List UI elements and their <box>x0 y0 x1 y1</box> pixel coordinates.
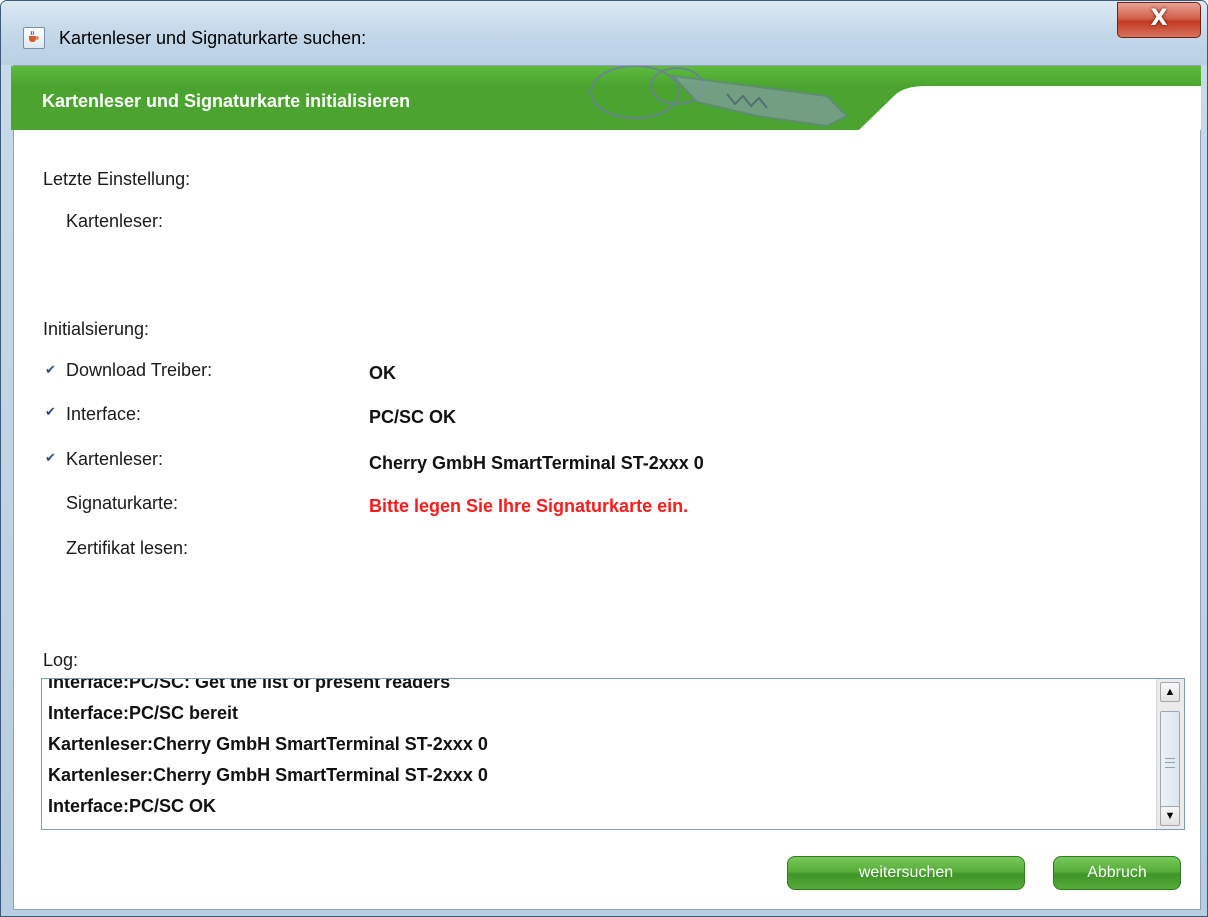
init-row-label: Download Treiber: <box>66 360 213 380</box>
log-scrollbar[interactable]: ▲ ▼ <box>1156 679 1184 829</box>
init-row-value: OK <box>369 363 396 383</box>
last-setting-reader-label: Kartenleser: <box>66 211 164 231</box>
header-banner: Kartenleser und Signaturkarte initialisi… <box>11 66 1201 130</box>
close-icon: X <box>1150 6 1168 31</box>
log-line: Interface:PC/SC bereit <box>48 703 239 723</box>
init-row-label: Interface: <box>66 404 142 424</box>
log-line: Kartenleser:Cherry GmbH SmartTerminal ST… <box>48 734 488 754</box>
init-row-value: Cherry GmbH SmartTerminal ST-2xxx 0 <box>369 453 704 473</box>
log-line: Interface:PC/SC OK <box>48 796 217 816</box>
log-line: Interface:PC/SC: Get the list of present… <box>48 678 451 692</box>
cancel-button[interactable]: Abbruch <box>1053 856 1181 890</box>
log-line: Kartenleser:Cherry GmbH SmartTerminal ST… <box>48 765 488 785</box>
log-area[interactable]: Interface:PC/SC: Get the list of present… <box>41 678 1185 830</box>
log-label: Log: <box>43 650 79 670</box>
close-button[interactable]: X <box>1117 2 1201 38</box>
init-heading: Initialsierung: <box>43 319 150 339</box>
checkmark-icon: ✔ <box>45 405 56 420</box>
window-title: Kartenleser und Signaturkarte suchen: <box>59 28 367 48</box>
log-lines: Interface:PC/SC: Get the list of present… <box>48 678 1148 822</box>
checkmark-icon: ✔ <box>45 451 56 466</box>
arrow-down-icon: ▼ <box>1164 810 1176 822</box>
search-again-button[interactable]: weitersuchen <box>787 856 1025 890</box>
checkmark-icon: ✔ <box>45 363 56 378</box>
init-row-label: Zertifikat lesen: <box>66 538 189 558</box>
title-bar[interactable]: Kartenleser und Signaturkarte suchen: X <box>1 1 1207 65</box>
scroll-up-button[interactable]: ▲ <box>1160 682 1180 702</box>
init-row-value: PC/SC OK <box>369 407 457 427</box>
dialog-window: Kartenleser und Signaturkarte suchen: X … <box>0 0 1208 917</box>
scroll-thumb[interactable] <box>1160 711 1180 815</box>
banner-white-shape <box>859 86 1201 130</box>
init-row-label: Signaturkarte: <box>66 493 179 513</box>
scroll-down-button[interactable]: ▼ <box>1160 806 1180 826</box>
grip-icon <box>1165 758 1175 768</box>
arrow-up-icon: ▲ <box>1164 686 1176 698</box>
last-setting-heading: Letzte Einstellung: <box>43 169 191 189</box>
init-row-label: Kartenleser: <box>66 449 164 469</box>
java-cup-icon <box>23 27 45 49</box>
signature-card-status: Bitte legen Sie Ihre Signaturkarte ein. <box>369 496 689 516</box>
